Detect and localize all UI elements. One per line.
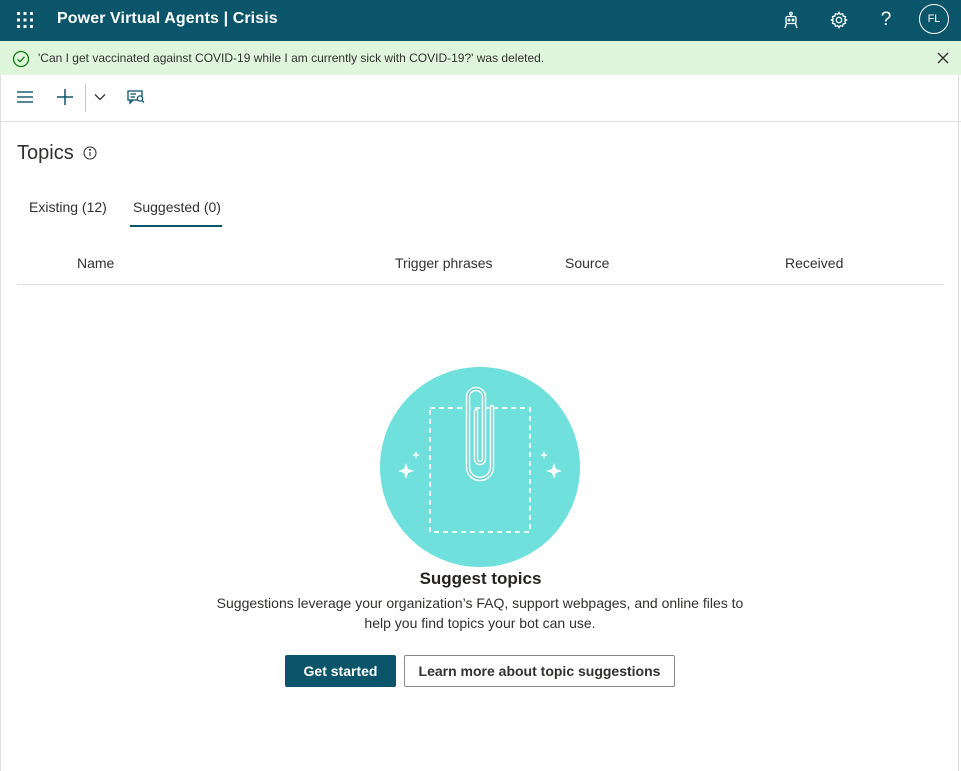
empty-state-title: Suggest topics <box>419 569 542 588</box>
info-icon[interactable] <box>82 145 98 161</box>
suggest-topics-illustration <box>380 367 580 567</box>
close-icon[interactable] <box>935 50 951 66</box>
gear-icon[interactable] <box>827 8 851 32</box>
app-header: Power Virtual Agents | Crisis ? FL <box>0 0 961 41</box>
content-border-left <box>0 75 1 771</box>
waffle-icon[interactable] <box>16 11 34 29</box>
tab-existing[interactable]: Existing (12) <box>29 199 107 215</box>
hamburger-menu-icon[interactable] <box>14 86 36 108</box>
column-header-source[interactable]: Source <box>565 255 609 271</box>
table-header-divider <box>17 284 944 285</box>
learn-more-button[interactable]: Learn more about topic suggestions <box>404 655 675 687</box>
get-started-button[interactable]: Get started <box>285 655 396 687</box>
bot-icon[interactable] <box>779 8 803 32</box>
column-header-name[interactable]: Name <box>77 255 114 271</box>
empty-state-description-line: Suggestions leverage your organization’s… <box>216 595 744 611</box>
column-header-trigger-phrases[interactable]: Trigger phrases <box>395 255 493 271</box>
page-title: Topics <box>17 142 74 164</box>
app-title: Power Virtual Agents | Crisis <box>57 10 278 27</box>
tab-selected-indicator <box>130 225 222 227</box>
success-notification: 'Can I get vaccinated against COVID-19 w… <box>0 41 961 75</box>
content-border-right <box>958 75 959 771</box>
command-bar <box>0 75 961 122</box>
toolbar-divider <box>85 84 86 112</box>
check-circle-icon <box>12 50 30 68</box>
avatar[interactable]: FL <box>919 4 949 34</box>
help-icon[interactable]: ? <box>874 8 898 32</box>
column-header-received[interactable]: Received <box>785 255 843 271</box>
notification-message: 'Can I get vaccinated against COVID-19 w… <box>38 51 545 65</box>
add-icon[interactable] <box>54 86 76 108</box>
empty-state-description-line: help you find topics your bot can use. <box>364 615 596 631</box>
topics-suggest-icon[interactable] <box>125 86 147 108</box>
chevron-down-icon[interactable] <box>89 86 111 108</box>
empty-state-description: Suggestions leverage your organization’s… <box>210 593 750 633</box>
avatar-initials: FL <box>927 13 941 25</box>
tab-suggested[interactable]: Suggested (0) <box>133 199 221 215</box>
